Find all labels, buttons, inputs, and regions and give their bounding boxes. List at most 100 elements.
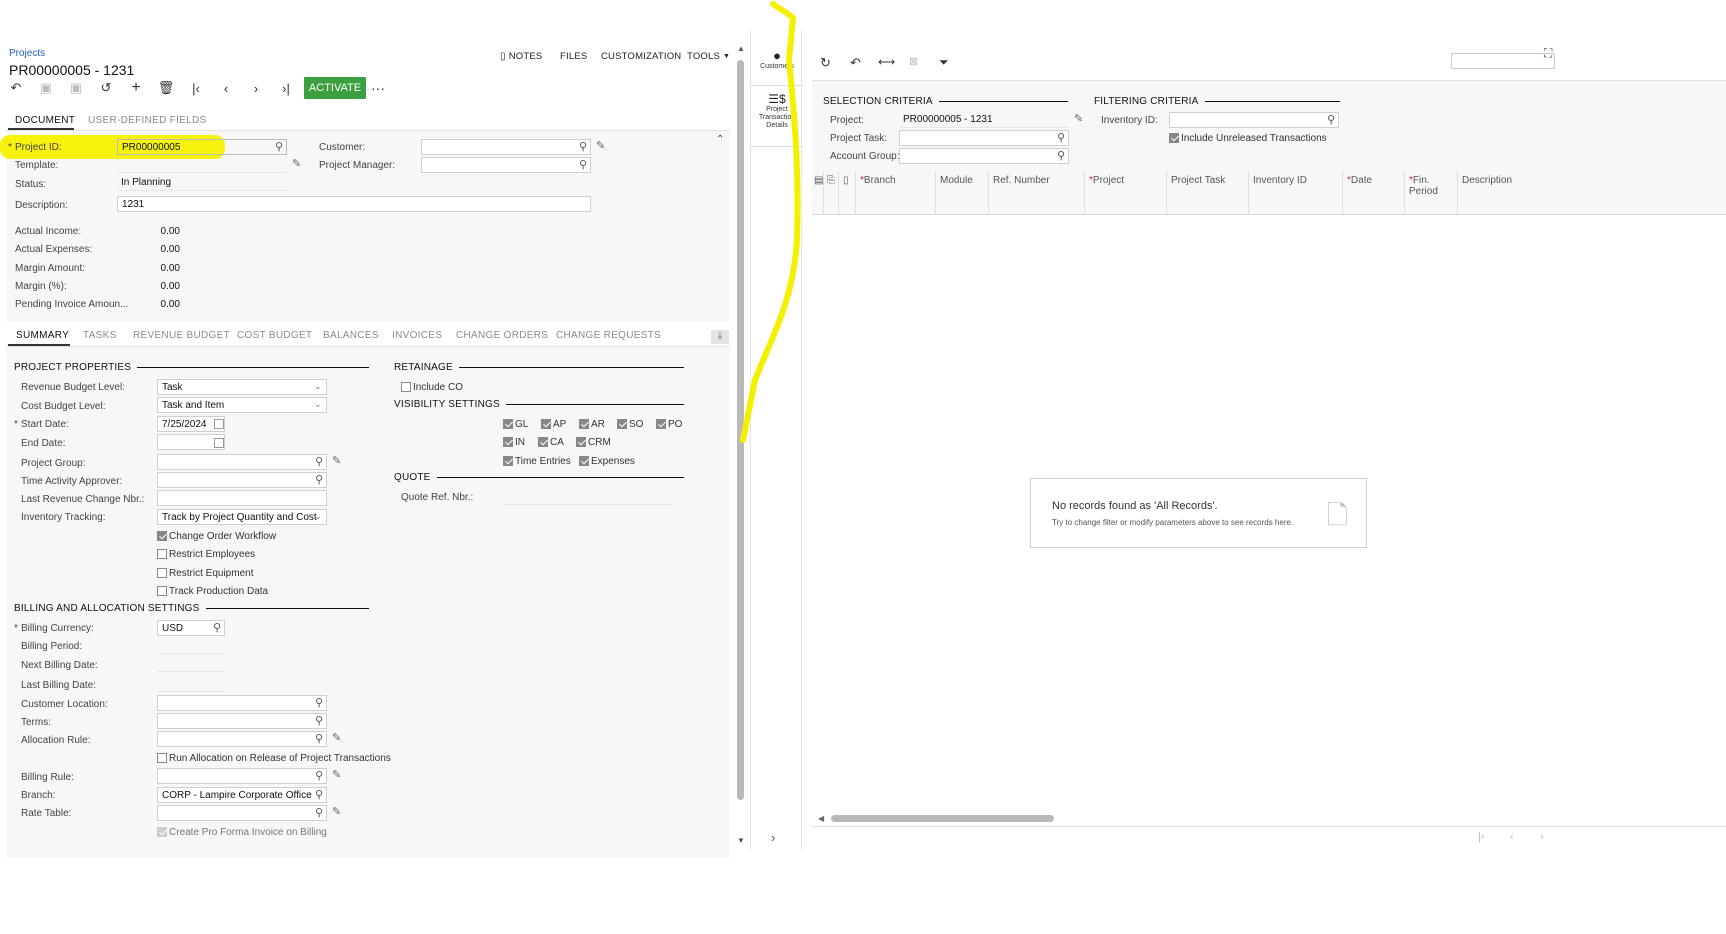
restrict-employees-checkbox[interactable] bbox=[157, 549, 167, 559]
edit-icon[interactable]: ✎ bbox=[596, 139, 605, 152]
in-checkbox[interactable] bbox=[503, 437, 513, 447]
edit-icon[interactable]: ✎ bbox=[332, 768, 341, 781]
inventory-tracking-select[interactable]: Track by Project Quantity and Cost bbox=[157, 509, 327, 525]
tab-change-requests[interactable]: CHANGE REQUESTS bbox=[556, 330, 661, 341]
chevron-right-icon[interactable]: › bbox=[771, 830, 775, 845]
account-group-input[interactable] bbox=[899, 148, 1069, 164]
horizontal-scrollbar[interactable] bbox=[831, 815, 1054, 822]
search-icon[interactable]: ⚲ bbox=[315, 473, 323, 486]
undo-icon[interactable]: ↺ bbox=[96, 80, 116, 96]
tab-invoices[interactable]: INVOICES bbox=[392, 330, 442, 341]
col-ref-number[interactable]: Ref. Number bbox=[989, 171, 1085, 214]
tab-document[interactable]: DOCUMENT bbox=[15, 115, 75, 126]
search-icon[interactable]: ⚲ bbox=[315, 806, 323, 819]
export-excel-icon[interactable]: ⊠ bbox=[909, 55, 918, 68]
tab-cost-budget[interactable]: COST BUDGET bbox=[237, 330, 312, 341]
attachment-icon[interactable]: ⎘ bbox=[824, 171, 839, 214]
billing-rule-input[interactable] bbox=[157, 768, 327, 784]
project-group-input[interactable] bbox=[157, 454, 327, 470]
tab-balances[interactable]: BALANCES bbox=[323, 330, 379, 341]
grid-search-input[interactable] bbox=[1451, 53, 1555, 69]
search-icon[interactable]: ⚲ bbox=[1327, 113, 1335, 126]
calendar-icon[interactable] bbox=[214, 438, 224, 448]
gl-checkbox[interactable] bbox=[503, 419, 513, 429]
refresh-icon[interactable]: ↻ bbox=[820, 55, 831, 71]
ap-checkbox[interactable] bbox=[541, 419, 551, 429]
edit-icon[interactable]: ✎ bbox=[332, 731, 341, 744]
include-co-checkbox[interactable] bbox=[401, 382, 411, 392]
edit-icon[interactable]: ✎ bbox=[332, 805, 341, 818]
col-date[interactable]: *Date bbox=[1343, 171, 1405, 214]
allocation-rule-input[interactable] bbox=[157, 731, 327, 747]
collapse-icon[interactable]: ⌃ bbox=[716, 134, 724, 145]
project-task-input[interactable] bbox=[899, 130, 1069, 146]
next-page-icon[interactable]: › bbox=[1540, 831, 1544, 843]
col-project-task[interactable]: Project Task bbox=[1167, 171, 1249, 214]
scroll-left-icon[interactable]: ◀ bbox=[818, 814, 824, 823]
tab-tasks[interactable]: TASKS bbox=[83, 330, 117, 341]
first-record-icon[interactable]: |‹ bbox=[186, 80, 206, 96]
search-icon[interactable]: ⚲ bbox=[579, 140, 587, 153]
first-page-icon[interactable]: |‹ bbox=[1478, 831, 1485, 843]
tab-revenue-budget[interactable]: REVENUE BUDGET bbox=[133, 330, 230, 341]
search-icon[interactable]: ⚲ bbox=[315, 714, 323, 727]
description-input[interactable]: 1231 bbox=[117, 196, 591, 212]
crm-checkbox[interactable] bbox=[576, 437, 586, 447]
search-icon[interactable]: ⚲ bbox=[1057, 149, 1065, 162]
po-checkbox[interactable] bbox=[656, 419, 666, 429]
change-order-workflow-checkbox[interactable] bbox=[157, 531, 167, 541]
scroll-down-icon[interactable]: ▼ bbox=[737, 836, 745, 845]
tab-user-defined-fields[interactable]: USER-DEFINED FIELDS bbox=[88, 115, 207, 126]
col-module[interactable]: Module bbox=[936, 171, 989, 214]
cost-budget-level-select[interactable]: Task and Item bbox=[157, 397, 327, 413]
files-button[interactable]: FILES bbox=[560, 51, 587, 62]
revenue-budget-level-select[interactable]: Task bbox=[157, 379, 327, 395]
edit-icon[interactable]: ✎ bbox=[1074, 112, 1083, 125]
col-branch[interactable]: *Branch bbox=[856, 171, 936, 214]
tab-summary[interactable]: SUMMARY bbox=[16, 330, 69, 341]
files-icon[interactable]: ▤ bbox=[812, 171, 824, 214]
breadcrumb[interactable]: Projects bbox=[9, 48, 45, 59]
project-value[interactable]: PR00000005 - 1231 bbox=[899, 112, 1069, 128]
search-icon[interactable]: ⚲ bbox=[315, 455, 323, 468]
back-icon[interactable]: ↶ bbox=[6, 80, 26, 96]
inventory-id-input[interactable] bbox=[1169, 112, 1339, 128]
col-description[interactable]: Description bbox=[1458, 171, 1726, 214]
search-icon[interactable]: ⚲ bbox=[213, 621, 221, 634]
undo-icon[interactable]: ↶ bbox=[850, 55, 861, 71]
add-icon[interactable]: + bbox=[126, 79, 146, 96]
ar-checkbox[interactable] bbox=[579, 419, 589, 429]
restrict-equipment-checkbox[interactable] bbox=[157, 568, 167, 578]
more-menu[interactable]: ··· bbox=[368, 80, 388, 96]
next-record-icon[interactable]: › bbox=[246, 80, 266, 96]
expenses-checkbox[interactable] bbox=[579, 456, 589, 466]
edit-icon[interactable]: ✎ bbox=[332, 454, 341, 467]
fit-columns-icon[interactable]: ⟷ bbox=[878, 55, 895, 69]
save-close-icon[interactable]: ▣ bbox=[66, 80, 86, 96]
col-project[interactable]: *Project bbox=[1085, 171, 1167, 214]
track-production-data-checkbox[interactable] bbox=[157, 586, 167, 596]
time-activity-approver-input[interactable] bbox=[157, 472, 327, 488]
search-icon[interactable]: ⚲ bbox=[315, 769, 323, 782]
include-unreleased-checkbox[interactable] bbox=[1169, 133, 1179, 143]
branch-input[interactable]: CORP - Lampire Corporate Office bbox=[157, 787, 327, 803]
ca-checkbox[interactable] bbox=[538, 437, 548, 447]
col-fin-period[interactable]: *Fin. Period bbox=[1405, 171, 1458, 214]
calendar-icon[interactable] bbox=[214, 419, 224, 429]
filter-icon[interactable]: ⏷ bbox=[939, 55, 949, 70]
so-checkbox[interactable] bbox=[617, 419, 627, 429]
customer-location-input[interactable] bbox=[157, 695, 327, 711]
terms-input[interactable] bbox=[157, 713, 327, 729]
search-icon[interactable]: ⚲ bbox=[579, 158, 587, 171]
rate-table-input[interactable] bbox=[157, 805, 327, 821]
fullscreen-icon[interactable]: ⛶ bbox=[1544, 46, 1552, 61]
notes-button[interactable]: ▯ NOTES bbox=[500, 51, 542, 62]
run-allocation-checkbox[interactable] bbox=[157, 753, 167, 763]
last-revenue-change-input[interactable] bbox=[157, 490, 327, 506]
search-icon[interactable]: ⚲ bbox=[1057, 131, 1065, 144]
tab-change-orders[interactable]: CHANGE ORDERS bbox=[456, 330, 548, 341]
prev-page-icon[interactable]: ‹ bbox=[1510, 831, 1514, 843]
customer-input[interactable] bbox=[421, 139, 591, 155]
template-field[interactable] bbox=[117, 157, 287, 173]
save-icon[interactable]: ▣ bbox=[36, 80, 56, 96]
